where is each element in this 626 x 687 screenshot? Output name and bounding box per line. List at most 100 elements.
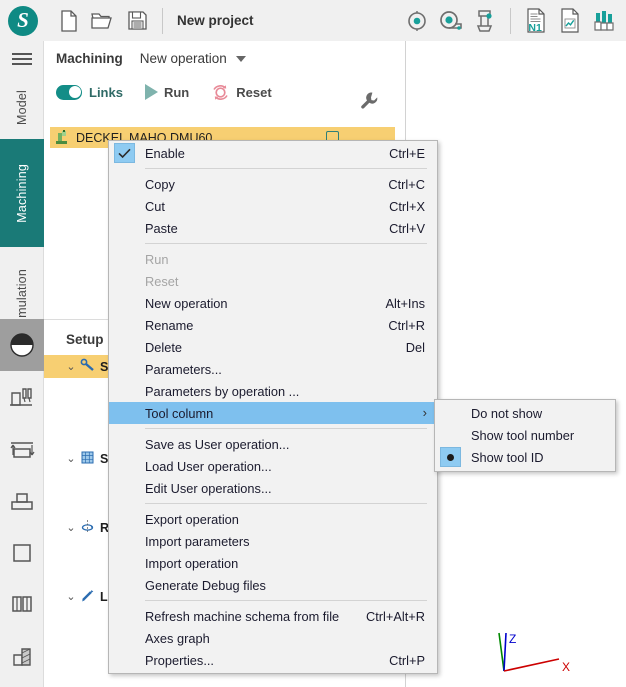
menu-item-shortcut: Ctrl+C — [388, 176, 425, 192]
operation-selector-label[interactable]: New operation — [140, 51, 227, 66]
menu-item[interactable]: Parameters... — [109, 358, 437, 380]
menu-item-label: Copy — [145, 176, 175, 192]
submenu-item-label: Show tool number — [471, 427, 575, 443]
menu-separator — [145, 600, 427, 601]
measure-icon[interactable] — [434, 4, 468, 38]
fixture-icon[interactable] — [0, 475, 44, 527]
links-label: Links — [89, 84, 123, 100]
menu-item[interactable]: Properties... Ctrl+P — [109, 649, 437, 671]
main-toolbar: S New project N1 — [0, 0, 626, 41]
submenu-item[interactable]: Do not show — [435, 402, 615, 424]
wrench-icon[interactable] — [356, 87, 382, 113]
material-icon[interactable] — [0, 631, 44, 683]
menu-item-shortcut: Alt+Ins — [385, 295, 425, 311]
chevron-down-icon[interactable] — [235, 55, 246, 62]
reset-icon — [213, 84, 228, 100]
tool-column-submenu[interactable]: Do not show Show tool number Show tool ID — [434, 399, 616, 472]
menu-item[interactable]: Enable Ctrl+E — [109, 142, 437, 164]
view-orientation-icon[interactable] — [0, 319, 44, 371]
sidebar-tab-model[interactable]: Model — [0, 77, 44, 139]
menu-item-label: Cut — [145, 198, 165, 214]
menu-separator — [145, 428, 427, 429]
save-disk-icon[interactable] — [120, 4, 154, 38]
blank-stock-icon[interactable] — [0, 527, 44, 579]
menu-item-label: Generate Debug files — [145, 577, 266, 593]
app-logo-icon: S — [8, 5, 38, 36]
workpiece-height-icon[interactable] — [0, 423, 44, 475]
menu-item[interactable]: Copy Ctrl+C — [109, 173, 437, 195]
run-button[interactable]: Run — [144, 84, 190, 100]
chevron-right-icon: › — [422, 405, 427, 420]
menu-item[interactable]: Import parameters — [109, 530, 437, 552]
svg-text:N1: N1 — [528, 22, 542, 33]
menu-item-label: Axes graph — [145, 630, 210, 646]
chevron-expand-icon[interactable]: ⌄ — [64, 452, 78, 465]
submenu-item[interactable]: Show tool ID — [435, 446, 615, 468]
menu-item[interactable]: Delete Del — [109, 336, 437, 358]
rail-tool-group — [0, 319, 44, 683]
chevron-expand-icon[interactable]: ⌄ — [64, 521, 78, 534]
nc-program-icon[interactable]: N1 — [519, 4, 553, 38]
reset-label: Reset — [236, 84, 272, 100]
menu-item-label: Parameters... — [145, 361, 222, 377]
tool-axis-icon — [78, 358, 96, 376]
tool-setup-icon[interactable] — [0, 371, 44, 423]
report-chart-icon[interactable] — [553, 4, 587, 38]
menu-item-shortcut: Ctrl+P — [389, 652, 425, 668]
menu-item[interactable]: Refresh machine schema from file Ctrl+Alt… — [109, 605, 437, 627]
project-title: New project — [177, 13, 254, 28]
menu-item[interactable]: Parameters by operation ... — [109, 380, 437, 402]
hamburger-icon[interactable] — [0, 41, 43, 77]
new-file-icon[interactable] — [52, 4, 86, 38]
menu-item-label: Export operation — [145, 511, 239, 527]
menu-item[interactable]: Load User operation... — [109, 455, 437, 477]
menu-separator — [145, 168, 427, 169]
open-folder-icon[interactable] — [86, 4, 120, 38]
menu-item-label: Import operation — [145, 555, 239, 571]
menu-item-shortcut: Ctrl+Alt+R — [365, 608, 425, 624]
menu-separator — [145, 243, 427, 244]
menu-item[interactable]: Generate Debug files — [109, 574, 437, 596]
menu-item-shortcut: Ctrl+R — [388, 317, 425, 333]
caliper-icon[interactable] — [468, 4, 502, 38]
menu-item[interactable]: New operation Alt+Ins — [109, 292, 437, 314]
machine-icon — [56, 130, 67, 144]
toolbar-divider-2 — [510, 7, 511, 34]
toolbar-right-group: N1 — [400, 4, 626, 38]
menu-item[interactable]: Import operation — [109, 552, 437, 574]
left-navigation-rail: Model Machining Simulation — [0, 41, 44, 687]
menu-item-shortcut: Del — [405, 339, 425, 355]
tools-icon[interactable] — [587, 4, 621, 38]
viewport-3d[interactable]: Z X — [405, 41, 626, 687]
run-label: Run — [163, 84, 190, 100]
menu-item: Reset — [109, 270, 437, 292]
chevron-expand-icon[interactable]: ⌄ — [64, 590, 78, 603]
menu-item-label: Parameters by operation ... — [145, 383, 300, 399]
menu-item-label: Load User operation... — [145, 458, 272, 474]
menu-item-label: Rename — [145, 317, 194, 333]
menu-item[interactable]: Rename Ctrl+R — [109, 314, 437, 336]
kinematics-icon[interactable] — [400, 4, 434, 38]
panel-title: Machining — [56, 51, 123, 66]
menu-item[interactable]: Cut Ctrl+X — [109, 195, 437, 217]
menu-item-label: Delete — [145, 339, 182, 355]
menu-item[interactable]: Edit User operations... — [109, 477, 437, 499]
jaws-icon[interactable] — [0, 579, 44, 631]
sidebar-tab-machining[interactable]: Machining — [0, 139, 44, 247]
chevron-expand-icon[interactable]: ⌄ — [64, 360, 78, 373]
menu-separator — [145, 503, 427, 504]
menu-item-label: Edit User operations... — [145, 480, 272, 496]
menu-item[interactable]: Save as User operation... — [109, 433, 437, 455]
svg-text:Z: Z — [509, 632, 516, 646]
menu-item[interactable]: Axes graph — [109, 627, 437, 649]
context-menu[interactable]: Enable Ctrl+E Copy Ctrl+C Cut Ctrl+X Paste Ctrl… — [108, 140, 438, 674]
submenu-item[interactable]: Show tool number — [435, 424, 615, 446]
links-toggle[interactable]: Links — [56, 84, 123, 100]
menu-item-label: Reset — [145, 273, 179, 289]
menu-item[interactable]: Paste Ctrl+V — [109, 217, 437, 239]
menu-item[interactable]: Tool column › — [109, 402, 437, 424]
menu-item[interactable]: Export operation — [109, 508, 437, 530]
reset-button[interactable]: Reset — [211, 83, 272, 102]
links-toggle-switch[interactable] — [56, 84, 82, 100]
radio-selected-icon — [440, 447, 461, 467]
